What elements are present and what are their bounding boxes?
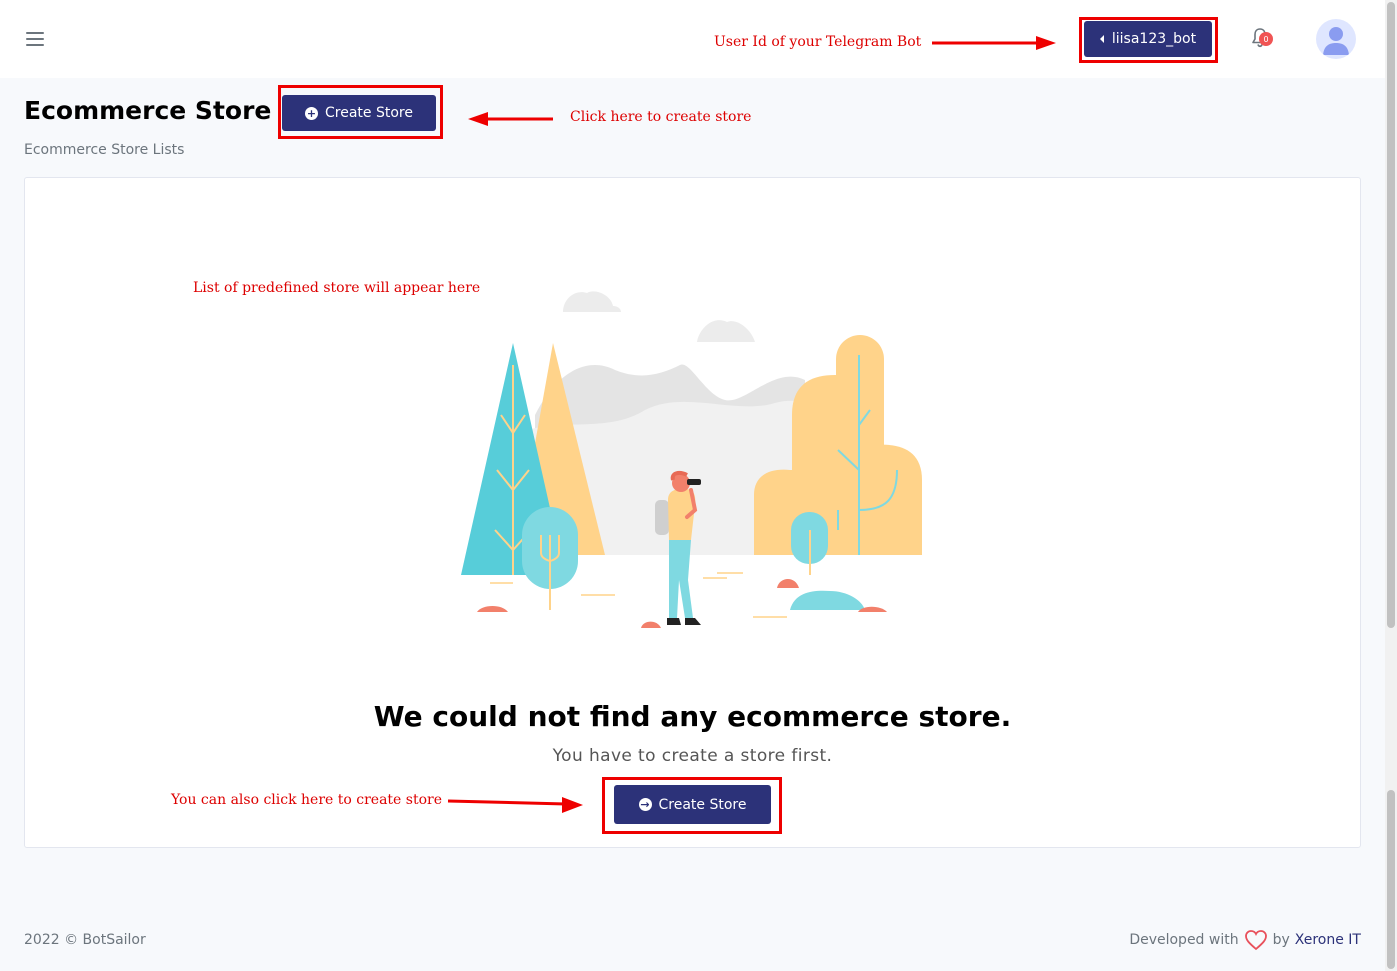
page-scrollbar[interactable]: [1385, 0, 1397, 971]
scrollbar-thumb-lower[interactable]: [1387, 790, 1395, 969]
annotation-also-click: You can also click here to create store: [171, 792, 443, 808]
empty-state-message: You have to create a store first.: [552, 746, 833, 766]
empty-state-illustration: [461, 291, 922, 628]
annotation-predefined-list: List of predefined store will appear her…: [193, 280, 481, 296]
user-avatar[interactable]: [1316, 19, 1356, 59]
footer-credits: Developed with by Xerone IT: [1129, 929, 1361, 951]
page-title: Ecommerce Store: [24, 96, 272, 125]
user-avatar-icon: [1323, 27, 1349, 55]
footer-by: by: [1272, 932, 1290, 948]
create-store-highlight: [278, 85, 443, 139]
footer-company-link[interactable]: Xerone IT: [1295, 932, 1361, 948]
notification-bell[interactable]: 0: [1248, 26, 1274, 52]
annotation-arrow-left-icon: [468, 112, 553, 126]
hamburger-icon[interactable]: [26, 32, 44, 46]
notification-count-badge: 0: [1259, 32, 1273, 46]
page-subtitle: Ecommerce Store Lists: [24, 142, 185, 158]
annotation-arrow-right-icon: [932, 36, 1056, 50]
empty-state-title: We could not find any ecommerce store.: [373, 700, 1012, 733]
annotation-bot-id: User Id of your Telegram Bot: [714, 34, 922, 50]
annotation-arrow-right-bottom-icon: [447, 797, 583, 813]
create-store-empty-highlight: [602, 777, 782, 834]
scrollbar-thumb[interactable]: [1387, 2, 1395, 628]
footer-copyright: 2022 © BotSailor: [24, 932, 146, 948]
heart-icon: [1244, 930, 1267, 951]
bot-button-highlight: [1079, 17, 1218, 63]
annotation-click-create: Click here to create store: [570, 109, 752, 125]
footer-developed-with: Developed with: [1129, 932, 1239, 948]
